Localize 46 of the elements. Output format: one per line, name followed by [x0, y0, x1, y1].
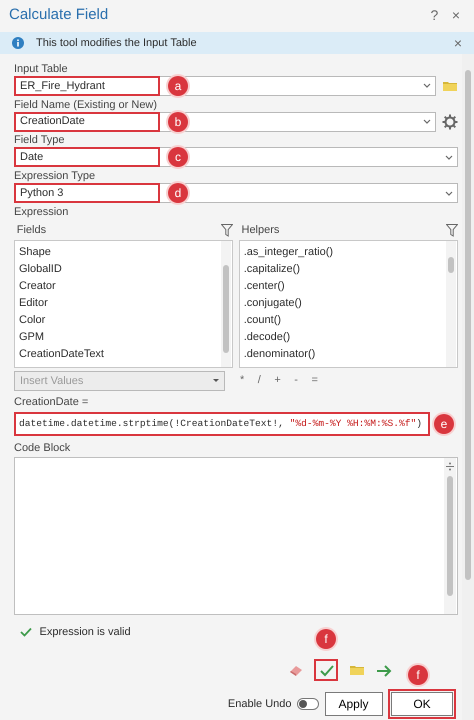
list-item[interactable]: .decode()	[240, 328, 457, 346]
list-item[interactable]: Editor	[15, 294, 232, 312]
list-item[interactable]: .denominator()	[240, 346, 457, 363]
callout-badge: c	[168, 147, 188, 168]
list-item[interactable]: Color	[15, 312, 232, 329]
list-item[interactable]: .conjugate()	[240, 294, 457, 312]
window-title: Calculate Field	[9, 4, 108, 25]
callout-badge: e	[434, 414, 454, 434]
field-label: Field Type	[14, 134, 66, 148]
list-item[interactable]: GlobalID	[15, 260, 232, 278]
help-button[interactable]: ?	[426, 8, 442, 22]
callout-badge: a	[168, 76, 188, 96]
field-label: Expression Type	[14, 170, 96, 183]
list-item[interactable]: Shape	[15, 244, 232, 261]
undo-label: Enable Undo	[228, 696, 292, 712]
operator-button[interactable]: /	[254, 375, 265, 386]
list-item[interactable]: Creator	[15, 278, 232, 295]
close-button[interactable]: ×	[448, 8, 464, 22]
list-title: Fields	[16, 224, 48, 238]
dialog-button[interactable]: Apply	[324, 692, 382, 716]
operator-button[interactable]: =	[307, 375, 322, 386]
field-label: Field Name (Existing or New)	[14, 98, 158, 112]
callout-badge: b	[168, 112, 188, 132]
field-label: Input Table	[14, 62, 69, 76]
operator-button[interactable]: *	[236, 375, 248, 386]
expression-field[interactable]: datetime.datetime.strptime(!CreationDateText!, "%d-%m-%Y %H:%M:%S.%f")	[14, 412, 430, 436]
list-item[interactable]: .capitalize()	[240, 260, 457, 278]
info-message: This tool modifies the Input Table	[36, 36, 198, 51]
dialog-button[interactable]: OK	[391, 692, 453, 716]
operator-button[interactable]: +	[270, 375, 285, 386]
list-item[interactable]: GPM	[15, 328, 232, 346]
list-title: Helpers	[240, 224, 280, 238]
dropdown: Insert Values	[14, 370, 225, 391]
section-label: Expression	[14, 206, 70, 219]
operator-button[interactable]: -	[290, 375, 302, 386]
list-item[interactable]: .count()	[240, 312, 457, 329]
dismiss-button[interactable]: ×	[450, 36, 466, 50]
validation-message: Expression is valid	[40, 624, 131, 640]
code-block-label: Code Block	[14, 442, 72, 454]
expression-label: CreationDate =	[14, 396, 90, 410]
list-item[interactable]: .as_integer_ratio()	[240, 244, 457, 261]
callout-badge: d	[168, 183, 188, 203]
list-item[interactable]: .center()	[240, 278, 457, 295]
list-item[interactable]: CreationDateText	[15, 346, 232, 363]
callout-badge: f	[408, 664, 428, 685]
callout-badge: f	[316, 628, 336, 649]
